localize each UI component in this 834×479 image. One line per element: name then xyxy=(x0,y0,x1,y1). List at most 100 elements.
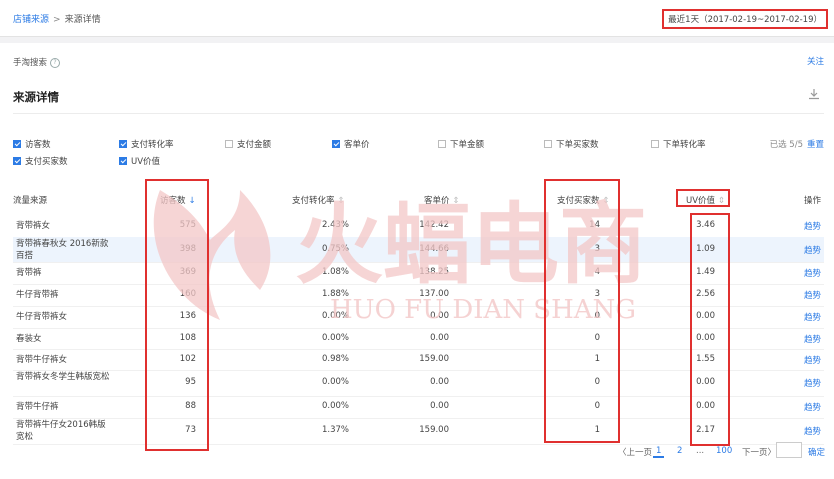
trend-link[interactable]: 趋势 xyxy=(804,267,821,279)
metric-checkbox[interactable]: 支付买家数 xyxy=(13,155,68,167)
trend-link[interactable]: 趋势 xyxy=(804,244,821,256)
reset-link[interactable]: 重置 xyxy=(807,140,824,150)
sort-icon[interactable]: ⇕ xyxy=(718,196,725,206)
checkbox-checked-icon[interactable] xyxy=(332,140,340,148)
source-name: 背带牛仔裤女 xyxy=(16,354,68,365)
trend-link[interactable]: 趋势 xyxy=(804,289,821,301)
page-jump-input[interactable] xyxy=(776,442,802,458)
metric-checkbox[interactable]: 下单金额 xyxy=(438,138,484,150)
page-2-label: 2 xyxy=(677,446,683,456)
cell-conv: 0.00% xyxy=(321,377,349,387)
sort-desc-icon[interactable]: ↓ xyxy=(189,196,196,206)
checkbox-checked-icon[interactable] xyxy=(13,140,21,148)
metric-label: 下单买家数 xyxy=(556,140,599,150)
table-row: 背带牛仔裤 88 0.00% 0.00 0 0.00 趋势 xyxy=(13,396,824,419)
cell-buyers: 1 xyxy=(594,353,600,364)
subheader: 手淘搜索? xyxy=(13,56,61,68)
cell-aov: 137.00 xyxy=(419,289,449,299)
cell-buyers: 14 xyxy=(589,220,600,230)
follow-link[interactable]: 关注 xyxy=(807,55,824,67)
cell-buyers: 1 xyxy=(594,425,600,435)
cell-conv: 0.00% xyxy=(321,332,349,343)
sort-icon[interactable]: ⇕ xyxy=(338,196,345,206)
pagination-page[interactable]: 1 xyxy=(653,446,665,458)
cell-conv: 0.00% xyxy=(321,311,349,321)
metric-checkbox[interactable]: UV价值 xyxy=(119,155,160,167)
metric-checkbox[interactable]: 访客数 xyxy=(13,138,51,150)
page-2[interactable]: 2 xyxy=(677,446,682,456)
checkbox-checked-icon[interactable] xyxy=(119,157,127,165)
metric-label: 支付金额 xyxy=(237,140,272,150)
trend-link[interactable]: 趋势 xyxy=(804,220,821,232)
download-icon[interactable] xyxy=(808,88,820,100)
trend-link[interactable]: 趋势 xyxy=(804,377,821,389)
selected-count: 已选 5/5 重置 xyxy=(770,138,824,150)
header-aov[interactable]: 客单价 ⇕ xyxy=(424,194,460,206)
checkbox-checked-icon[interactable] xyxy=(119,140,127,148)
trend-link[interactable]: 趋势 xyxy=(804,401,821,413)
cell-visitors: 136 xyxy=(179,311,196,321)
cell-uv: 0.00 xyxy=(696,311,715,321)
metric-checkbox[interactable]: 支付转化率 xyxy=(119,138,174,150)
prev-page-button[interactable]: 〈上一页 xyxy=(618,446,652,458)
trend-link[interactable]: 趋势 xyxy=(804,354,821,366)
metric-label: UV价值 xyxy=(131,157,161,167)
cell-uv: 0.00 xyxy=(696,377,715,387)
header-visitors[interactable]: 访客数 ↓ xyxy=(160,194,196,206)
header-uv[interactable]: UV价值 ⇕ xyxy=(686,194,725,206)
section-gap xyxy=(0,37,834,43)
cell-visitors: 160 xyxy=(179,289,196,299)
date-range-selector[interactable]: 最近1天（2017-02-19~2017-02-19） xyxy=(662,9,828,29)
table-row: 背带裤 369 1.08% 138.25 4 1.49 趋势 xyxy=(13,262,824,285)
checkbox-unchecked-icon[interactable] xyxy=(225,140,233,148)
trend-link[interactable]: 趋势 xyxy=(804,333,821,345)
sort-icon[interactable]: ⇕ xyxy=(453,196,460,206)
pagination-ellipsis: ... xyxy=(696,446,705,456)
cell-visitors: 108 xyxy=(179,332,196,343)
metric-label: 下单金额 xyxy=(450,140,485,150)
header-conversion[interactable]: 支付转化率 ⇕ xyxy=(292,194,345,206)
page-last-label: 100 xyxy=(716,446,733,456)
table-row: 春装女 108 0.00% 0.00 0 0.00 趋势 xyxy=(13,328,824,350)
metric-checkbox[interactable]: 客单价 xyxy=(332,138,370,150)
cell-visitors: 95 xyxy=(185,377,196,387)
page-last[interactable]: 100 xyxy=(716,446,732,456)
table-row: 牛仔背带裤 160 1.88% 137.00 3 2.56 趋势 xyxy=(13,284,824,307)
table-row: 背带牛仔裤女 102 0.98% 159.00 1 1.55 趋势 xyxy=(13,349,824,371)
metric-label: 支付买家数 xyxy=(25,157,68,167)
cell-buyers: 0 xyxy=(594,401,600,411)
trend-link[interactable]: 趋势 xyxy=(804,425,821,437)
breadcrumb-link-shop-source[interactable]: 店铺来源 xyxy=(13,15,49,25)
cell-aov: 159.00 xyxy=(419,353,449,364)
section-title: 来源详情 xyxy=(13,90,59,104)
source-name: 背带裤 xyxy=(16,268,42,278)
cell-buyers: 0 xyxy=(594,311,600,321)
header-buyers[interactable]: 支付买家数 ⇕ xyxy=(557,194,610,206)
checkbox-unchecked-icon[interactable] xyxy=(544,140,552,148)
source-name: 背带裤春秋女 2016新款 百搭 xyxy=(16,239,109,261)
confirm-button[interactable]: 确定 xyxy=(808,446,825,458)
checkbox-checked-icon[interactable] xyxy=(13,157,21,165)
metric-checkbox[interactable]: 下单转化率 xyxy=(651,138,706,150)
page-1[interactable]: 1 xyxy=(653,446,665,458)
subheader-title: 手淘搜索 xyxy=(13,58,48,68)
source-name: 背带裤牛仔女2016韩版 宽松 xyxy=(16,420,106,442)
help-icon[interactable]: ? xyxy=(50,57,61,68)
cell-visitors: 88 xyxy=(185,401,196,411)
header-aov-label: 客单价 xyxy=(424,196,450,206)
sort-icon[interactable]: ⇕ xyxy=(603,196,610,206)
breadcrumb-separator: > xyxy=(53,15,61,25)
cell-buyers: 3 xyxy=(594,289,600,299)
top-bar: 店铺来源 > 来源详情 最近1天（2017-02-19~2017-02-19） xyxy=(0,0,834,37)
metric-checkbox[interactable]: 支付金额 xyxy=(225,138,271,150)
cell-conv: 0.98% xyxy=(321,353,349,364)
source-name: 春装女 xyxy=(16,333,42,344)
cell-conv: 0.75% xyxy=(321,243,349,254)
checkbox-unchecked-icon[interactable] xyxy=(651,140,659,148)
trend-link[interactable]: 趋势 xyxy=(804,311,821,323)
metric-label: 客单价 xyxy=(344,140,370,150)
checkbox-unchecked-icon[interactable] xyxy=(438,140,446,148)
next-page-button[interactable]: 下一页〉 xyxy=(742,446,776,458)
metric-checkbox[interactable]: 下单买家数 xyxy=(544,138,599,150)
cell-uv: 1.49 xyxy=(696,267,715,277)
